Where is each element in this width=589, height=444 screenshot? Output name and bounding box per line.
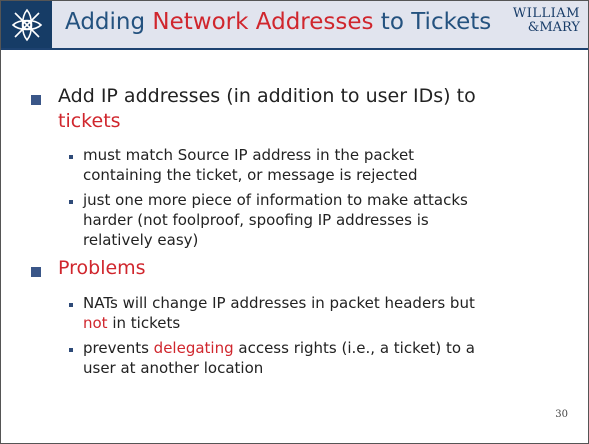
square-bullet-icon [31, 267, 41, 277]
sub-bullet-4-line-1: prevents delegating access rights (i.e.,… [83, 338, 475, 358]
sub-bullet-icon [69, 200, 73, 204]
delegating-highlight: delegating [153, 339, 234, 357]
sub-bullet-2-line-1: just one more piece of information to ma… [83, 191, 468, 209]
sub-bullet-2-line-2: harder (not foolproof, spoofing IP addre… [83, 211, 429, 229]
slide-title: Adding Network Addresses to Tickets [65, 9, 491, 35]
page-number: 30 [555, 409, 568, 420]
title-bar: Adding Network Addresses to Tickets WILL… [1, 1, 588, 50]
sub-bullet-4-pre: prevents [83, 339, 154, 357]
slide: Adding Network Addresses to Tickets WILL… [0, 0, 589, 444]
sub-bullet-4-post: access rights (i.e., a ticket) to a [233, 339, 475, 357]
bullet-2-label: Problems [58, 257, 146, 279]
sub-bullet-icon [69, 348, 73, 352]
wordmark-line2: &MARY [527, 20, 580, 35]
bullet-1-line-1: Add IP addresses (in addition to user ID… [58, 85, 476, 107]
title-part1: Adding [65, 9, 153, 35]
sub-bullet-icon [69, 303, 73, 307]
sub-bullet-1-line-2: containing the ticket, or message is rej… [83, 166, 418, 184]
sub-bullet-3-line-2: not in tickets [83, 313, 180, 333]
sub-bullet-1-line-1: must match Source IP address in the pack… [83, 146, 415, 164]
cypher-logo-icon [1, 1, 52, 48]
bullet-1-line-2: tickets [58, 110, 121, 132]
title-part2: to Tickets [373, 9, 492, 35]
square-bullet-icon [31, 95, 41, 105]
title-highlight: Network Addresses [152, 9, 374, 35]
sub-bullet-3-rest: in tickets [107, 314, 181, 332]
william-mary-wordmark: WILLIAM &MARY [513, 7, 580, 35]
sub-bullet-4-line-2: user at another location [83, 359, 264, 377]
not-highlight: not [83, 314, 108, 332]
sub-bullet-2-line-3: relatively easy) [83, 231, 199, 249]
sub-bullet-3-line-1: NATs will change IP addresses in packet … [83, 294, 475, 312]
wordmark-line1: WILLIAM [512, 6, 580, 21]
sub-bullet-icon [69, 155, 73, 159]
